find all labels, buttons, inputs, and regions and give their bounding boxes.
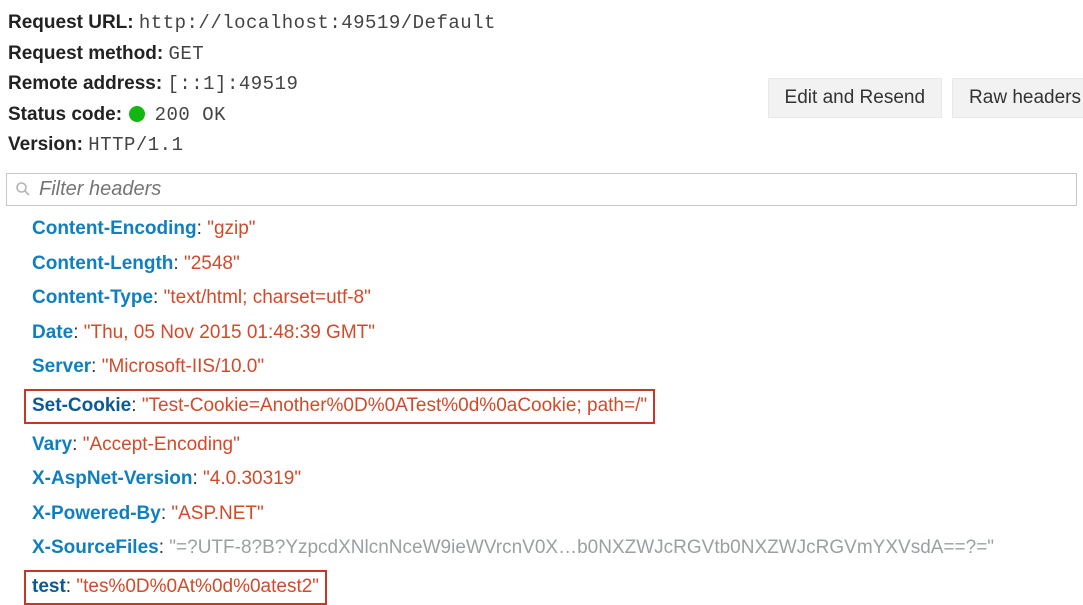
header-colon: : bbox=[91, 356, 102, 377]
header-value: "Microsoft-IIS/10.0" bbox=[102, 356, 264, 377]
header-name: X-SourceFiles bbox=[32, 537, 159, 558]
header-row[interactable]: X-SourceFiles: "=?UTF-8?B?YzpcdXNlcnNceW… bbox=[32, 535, 1083, 562]
header-value: "gzip" bbox=[207, 218, 255, 239]
search-icon bbox=[15, 181, 31, 197]
header-name: X-AspNet-Version bbox=[32, 468, 192, 489]
header-colon: : bbox=[73, 322, 84, 343]
header-value: "text/html; charset=utf-8" bbox=[164, 287, 371, 308]
header-colon: : bbox=[173, 253, 184, 274]
header-colon: : bbox=[197, 218, 208, 239]
header-value: "tes%0D%0At%0d%0atest2" bbox=[76, 576, 319, 597]
header-row[interactable]: Content-Type: "text/html; charset=utf-8" bbox=[32, 285, 1083, 312]
header-colon: : bbox=[153, 287, 164, 308]
status-label: Status code: bbox=[8, 104, 122, 125]
header-name: Content-Length bbox=[32, 253, 173, 274]
header-row[interactable]: Date: "Thu, 05 Nov 2015 01:48:39 GMT" bbox=[32, 320, 1083, 347]
header-row[interactable]: Server: "Microsoft-IIS/10.0" bbox=[32, 354, 1083, 381]
status-value: 200 OK bbox=[155, 104, 226, 126]
edit-resend-button[interactable]: Edit and Resend bbox=[768, 78, 943, 118]
header-value: "Thu, 05 Nov 2015 01:48:39 GMT" bbox=[84, 322, 375, 343]
header-row[interactable]: Content-Length: "2548" bbox=[32, 251, 1083, 278]
url-label: Request URL: bbox=[8, 12, 134, 33]
header-colon: : bbox=[159, 537, 170, 558]
status-dot-icon bbox=[129, 106, 145, 122]
header-name: Set-Cookie bbox=[32, 395, 131, 416]
header-value: "ASP.NET" bbox=[171, 503, 263, 524]
header-value: "Test-Cookie=Another%0D%0ATest%0d%0aCook… bbox=[142, 395, 647, 416]
header-colon: : bbox=[72, 434, 83, 455]
header-name: Date bbox=[32, 322, 73, 343]
remote-label: Remote address: bbox=[8, 73, 162, 94]
header-colon: : bbox=[192, 468, 203, 489]
version-value: HTTP/1.1 bbox=[88, 134, 183, 156]
action-buttons: Edit and Resend Raw headers bbox=[768, 78, 1083, 118]
header-value: "Accept-Encoding" bbox=[83, 434, 240, 455]
header-value: "4.0.30319" bbox=[203, 468, 301, 489]
version-label: Version: bbox=[8, 134, 83, 155]
header-row[interactable]: Vary: "Accept-Encoding" bbox=[32, 432, 1083, 459]
header-name: X-Powered-By bbox=[32, 503, 161, 524]
header-name: Content-Encoding bbox=[32, 218, 197, 239]
header-colon: : bbox=[66, 576, 77, 597]
header-value: "2548" bbox=[184, 253, 240, 274]
header-row[interactable]: Content-Encoding: "gzip" bbox=[32, 216, 1083, 243]
header-value: "=?UTF-8?B?YzpcdXNlcnNceW9ieWVrcnV0X…b0N… bbox=[169, 537, 994, 558]
header-row[interactable]: X-Powered-By: "ASP.NET" bbox=[32, 501, 1083, 528]
header-row[interactable]: X-AspNet-Version: "4.0.30319" bbox=[32, 466, 1083, 493]
header-row[interactable]: Set-Cookie: "Test-Cookie=Another%0D%0ATe… bbox=[32, 389, 1083, 424]
url-value: http://localhost:49519/Default bbox=[139, 12, 496, 34]
method-value: GET bbox=[168, 43, 204, 65]
method-label: Request method: bbox=[8, 43, 163, 64]
filter-headers-input[interactable] bbox=[39, 178, 1068, 201]
response-headers-list: Content-Encoding: "gzip" Content-Length: … bbox=[0, 206, 1083, 605]
header-name: test bbox=[32, 576, 66, 597]
header-name: Content-Type bbox=[32, 287, 153, 308]
raw-headers-button[interactable]: Raw headers bbox=[952, 78, 1083, 118]
filter-headers-field[interactable] bbox=[6, 173, 1077, 206]
header-row[interactable]: test: "tes%0D%0At%0d%0atest2" bbox=[32, 570, 1083, 605]
header-name: Server bbox=[32, 356, 91, 377]
request-summary: Request URL: http://localhost:49519/Defa… bbox=[0, 0, 1083, 167]
header-colon: : bbox=[161, 503, 172, 524]
header-colon: : bbox=[131, 395, 142, 416]
remote-value: [::1]:49519 bbox=[167, 73, 298, 95]
header-name: Vary bbox=[32, 434, 72, 455]
